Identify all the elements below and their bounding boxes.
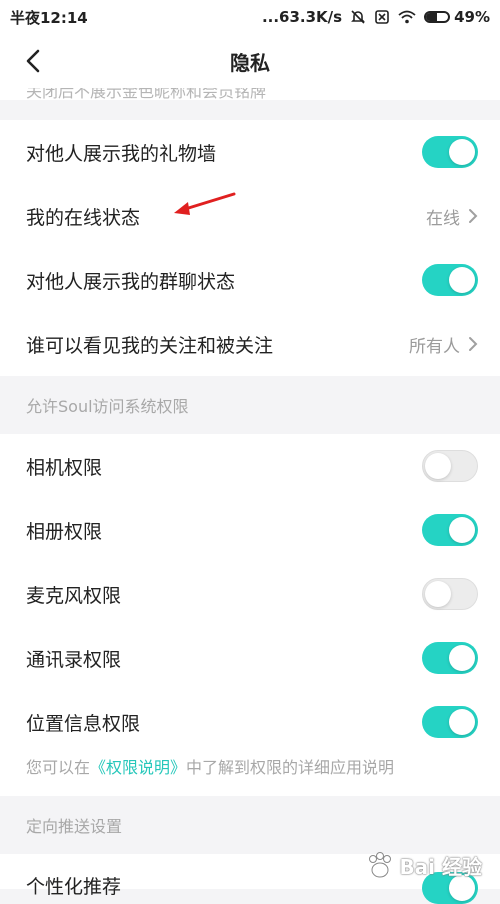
online-status-value: 在线	[426, 204, 478, 229]
status-bar: 半夜12:14 ...63.3K/s 49%	[0, 0, 500, 34]
annotation-arrow-icon	[174, 192, 236, 215]
follow-visibility-text: 所有人	[409, 336, 460, 357]
contacts-permission-toggle[interactable]	[422, 642, 478, 674]
toggle-knob	[425, 581, 451, 607]
toggle-knob	[449, 709, 475, 735]
row-label: 对他人展示我的礼物墙	[26, 142, 217, 165]
gift-wall-toggle[interactable]	[422, 136, 478, 168]
battery-indicator: 49%	[424, 8, 490, 26]
row-label: 个性化推荐	[26, 876, 122, 898]
row-camera-permission[interactable]: 相机权限	[0, 434, 500, 498]
row-follow-visibility[interactable]: 谁可以看见我的关注和被关注 所有人	[0, 312, 500, 376]
mute-bell-icon	[350, 9, 366, 25]
paw-logo-icon	[369, 852, 392, 878]
scrolled-hint-text: 关闭后不展示金色昵称和会员铭牌	[26, 88, 267, 100]
page-title: 隐私	[230, 50, 270, 75]
chevron-left-icon	[26, 49, 40, 73]
row-album-permission[interactable]: 相册权限	[0, 498, 500, 562]
row-label: 相册权限	[26, 520, 103, 543]
back-button[interactable]	[18, 46, 48, 76]
album-permission-toggle[interactable]	[422, 514, 478, 546]
nav-bar: 隐私	[0, 34, 500, 88]
microphone-permission-toggle[interactable]	[422, 578, 478, 610]
follow-visibility-value: 所有人	[409, 332, 478, 357]
row-label: 相机权限	[26, 456, 103, 479]
toggle-knob	[449, 645, 475, 671]
chevron-right-icon	[469, 209, 478, 223]
toggle-knob	[425, 453, 451, 479]
toggle-knob	[449, 139, 475, 165]
online-status-text: 在线	[426, 208, 460, 229]
location-permission-toggle[interactable]	[422, 706, 478, 738]
permissions-section-header: 允许Soul访问系统权限	[0, 376, 500, 434]
status-icons: ...63.3K/s 49%	[262, 8, 490, 26]
baidu-jingyan-watermark: Bai 经验	[365, 845, 482, 885]
permission-explanation-link[interactable]: 《权限说明》	[90, 754, 186, 778]
row-label: 谁可以看见我的关注和被关注	[26, 334, 274, 357]
toggle-knob	[449, 267, 475, 293]
scrolled-hint: 关闭后不展示金色昵称和会员铭牌	[0, 88, 500, 100]
row-group-chat-status[interactable]: 对他人展示我的群聊状态	[0, 248, 500, 312]
battery-percent: 49%	[454, 8, 490, 26]
permission-note-prefix: 您可以在	[26, 758, 91, 777]
row-location-permission[interactable]: 位置信息权限	[0, 690, 500, 754]
row-contacts-permission[interactable]: 通讯录权限	[0, 626, 500, 690]
battery-icon	[424, 11, 451, 23]
toggle-knob	[449, 517, 475, 543]
status-time: 半夜12:14	[10, 8, 88, 27]
watermark-text: Bai 经验	[399, 854, 482, 879]
row-label: 通讯录权限	[26, 648, 122, 671]
network-speed: ...63.3K/s	[261, 8, 343, 26]
row-microphone-permission[interactable]: 麦克风权限	[0, 562, 500, 626]
group-chat-status-toggle[interactable]	[422, 264, 478, 296]
permission-note: 您可以在 《权限说明》 中了解到权限的详细应用说明	[0, 748, 500, 796]
chevron-right-icon	[469, 337, 478, 351]
battery-fill	[426, 13, 437, 21]
row-online-status[interactable]: 我的在线状态 在线	[0, 184, 500, 248]
camera-permission-toggle[interactable]	[422, 450, 478, 482]
sim-x-icon	[374, 9, 390, 25]
row-label: 位置信息权限	[26, 712, 141, 735]
permission-note-suffix: 中了解到权限的详细应用说明	[186, 758, 395, 777]
wifi-icon	[398, 10, 416, 24]
row-label: 麦克风权限	[26, 584, 122, 607]
row-label: 对他人展示我的群聊状态	[26, 270, 236, 293]
row-label: 我的在线状态	[26, 206, 141, 229]
row-gift-wall[interactable]: 对他人展示我的礼物墙	[0, 120, 500, 184]
